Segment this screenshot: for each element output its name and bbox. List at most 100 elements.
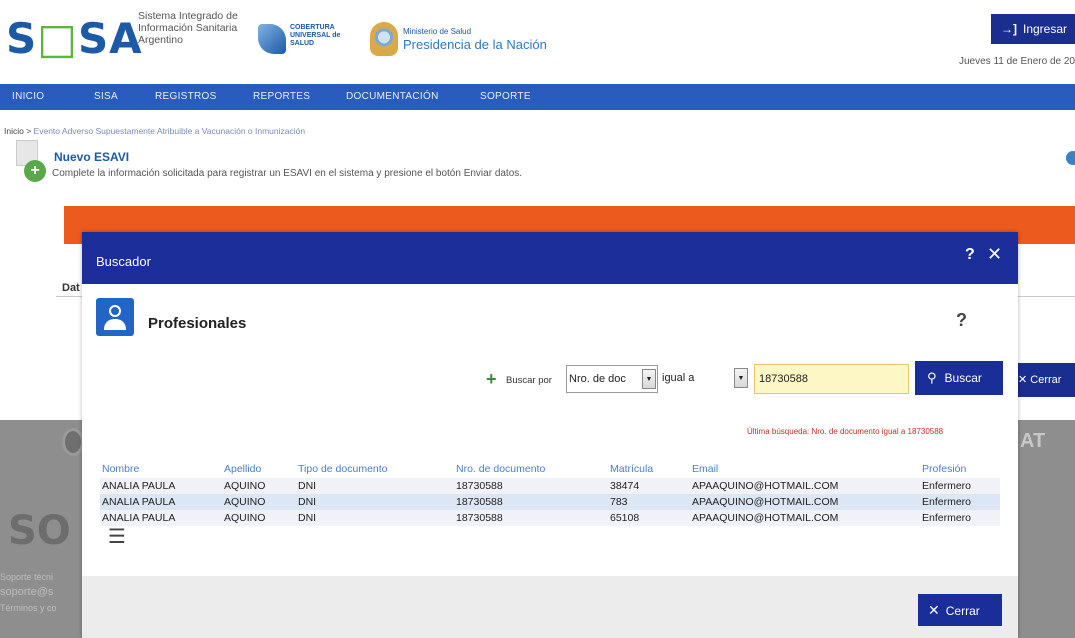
cell-nro-documento: 18730588 [454, 510, 608, 526]
buscador-modal: Buscador ? ✕ Profesionales ? + Buscar po… [82, 232, 1018, 638]
nav-item-documentacion[interactable]: DOCUMENTACIÓN [346, 84, 439, 110]
ministerio-small-text: Ministerio de Salud [403, 27, 472, 36]
buscar-button[interactable]: ⚲ Buscar [915, 361, 1003, 395]
modal-header: Buscador ? ✕ [82, 232, 1018, 284]
help-globe-icon[interactable] [1066, 151, 1075, 165]
results-table: Nombre Apellido Tipo de documento Nro. d… [100, 460, 1000, 526]
cell-tipo-documento: DNI [296, 478, 454, 494]
col-apellido[interactable]: Apellido [222, 460, 296, 478]
footer-terms-link[interactable]: Términos y co [0, 603, 57, 613]
buscar-label: Buscar [944, 371, 982, 385]
modal-title: Buscador [96, 254, 151, 269]
cell-matricula: 38474 [608, 478, 690, 494]
breadcrumb-current[interactable]: Evento Adverso Supuestamente Atribuible … [34, 126, 306, 136]
col-profesion[interactable]: Profesión [920, 460, 1000, 478]
section-help-button[interactable]: ? [956, 310, 967, 331]
social-icon [62, 428, 84, 456]
ministerio-main-text: Presidencia de la Nación [403, 37, 547, 52]
doctor-icon-head [109, 305, 121, 317]
login-icon: →] [1001, 22, 1017, 36]
cobertura-text: COBERTURA UNIVERSAL de SALUD [290, 24, 341, 47]
modal-help-button[interactable]: ? [965, 246, 975, 264]
chevron-down-icon[interactable]: ▼ [734, 368, 748, 388]
nav-item-registros[interactable]: REGISTROS [155, 84, 217, 110]
close-icon[interactable]: ✕ [987, 244, 1002, 265]
search-operator-select[interactable]: igual a ▼ [660, 365, 750, 393]
cerrar-label: Cerrar [945, 604, 980, 618]
last-search-note: Última búsqueda: Nro. de documento igual… [747, 427, 944, 436]
nav-item-sisa[interactable]: SISA [94, 84, 118, 110]
logo-dot-letter: □ [37, 14, 78, 63]
breadcrumb-home[interactable]: Inicio > [4, 126, 31, 136]
sisa-logo[interactable]: S□SA [6, 18, 143, 60]
cobertura-logo: COBERTURA UNIVERSAL de SALUD [258, 20, 358, 60]
search-field-value: Nro. de doc [569, 373, 626, 385]
main-nav: INICIO SISA REGISTROS REPORTES DOCUMENTA… [0, 84, 1075, 110]
cell-apellido: AQUINO [222, 478, 296, 494]
page-title: Nuevo ESAVI [54, 150, 130, 164]
cell-email: APAAQUINO@HOTMAIL.COM [690, 478, 920, 494]
section-title: Profesionales [148, 315, 247, 332]
ingresar-label: Ingresar [1023, 22, 1068, 36]
col-matricula[interactable]: Matrícula [608, 460, 690, 478]
add-icon: + [24, 160, 46, 182]
nav-item-reportes[interactable]: REPORTES [253, 84, 310, 110]
cell-profesion: Enfermero [920, 494, 1000, 510]
col-nro-documento[interactable]: Nro. de documento [454, 460, 608, 478]
footer-logo-text: AT [1020, 430, 1046, 452]
hamburger-menu-icon[interactable]: ☰ [108, 524, 126, 549]
search-operator-value: igual a [662, 372, 695, 384]
doctor-icon-body [104, 319, 126, 330]
close-icon: ✕ [1018, 374, 1031, 386]
section-label: Dat [62, 282, 80, 294]
cell-profesion: Enfermero [920, 510, 1000, 526]
table-row[interactable]: ANALIA PAULA AQUINO DNI 18730588 783 APA… [100, 494, 1000, 510]
footer-support-email[interactable]: soporte@s [0, 586, 53, 598]
search-input[interactable]: 18730588 [754, 364, 909, 394]
buscar-por-label: Buscar por [506, 375, 552, 386]
modal-footer [82, 576, 1018, 638]
col-tipo-documento[interactable]: Tipo de documento [296, 460, 454, 478]
logo-subtitle: Sistema Integrado de Información Sanitar… [138, 10, 238, 46]
footer-sisa-logo: SO [8, 508, 71, 554]
close-icon: ✕ [928, 602, 940, 618]
table-row[interactable]: ANALIA PAULA AQUINO DNI 18730588 38474 A… [100, 478, 1000, 494]
cell-email: APAAQUINO@HOTMAIL.COM [690, 494, 920, 510]
cell-tipo-documento: DNI [296, 494, 454, 510]
page-description: Complete la información solicitada para … [52, 168, 523, 179]
nav-item-inicio[interactable]: INICIO [12, 84, 44, 110]
cell-profesion: Enfermero [920, 478, 1000, 494]
doctor-icon [96, 298, 134, 336]
ingresar-button[interactable]: →] Ingresar [991, 14, 1075, 44]
cell-nombre: ANALIA PAULA [100, 494, 222, 510]
breadcrumb: Inicio > Evento Adverso Supuestamente At… [4, 126, 305, 136]
table-header-row: Nombre Apellido Tipo de documento Nro. d… [100, 460, 1000, 478]
cobertura-shape-icon [258, 24, 286, 54]
table-row[interactable]: ANALIA PAULA AQUINO DNI 18730588 65108 A… [100, 510, 1000, 526]
cell-nombre: ANALIA PAULA [100, 478, 222, 494]
chevron-down-icon[interactable]: ▼ [642, 369, 656, 389]
site-header: S□SA Sistema Integrado de Información Sa… [0, 0, 1075, 84]
national-seal-icon [370, 22, 398, 56]
logo-letter: S [6, 14, 38, 63]
cell-apellido: AQUINO [222, 494, 296, 510]
cell-nro-documento: 18730588 [454, 494, 608, 510]
search-icon: ⚲ [927, 370, 937, 385]
background-cerrar-button[interactable]: ✕ Cerrar [1010, 363, 1075, 397]
cerrar-button[interactable]: ✕ Cerrar [918, 594, 1002, 626]
background-cerrar-label: Cerrar [1030, 374, 1062, 386]
nav-item-soporte[interactable]: SOPORTE [480, 84, 531, 110]
plus-icon[interactable]: + [486, 369, 497, 390]
cell-email: APAAQUINO@HOTMAIL.COM [690, 510, 920, 526]
col-email[interactable]: Email [690, 460, 920, 478]
cell-matricula: 65108 [608, 510, 690, 526]
cell-nro-documento: 18730588 [454, 478, 608, 494]
logo-letters: SA [77, 14, 143, 63]
footer-support-text: Soporte técni [0, 572, 54, 582]
cell-tipo-documento: DNI [296, 510, 454, 526]
current-date: Jueves 11 de Enero de 20 [958, 56, 1075, 67]
search-field-select[interactable]: Nro. de doc ▼ [566, 365, 658, 393]
cell-apellido: AQUINO [222, 510, 296, 526]
col-nombre[interactable]: Nombre [100, 460, 222, 478]
cell-matricula: 783 [608, 494, 690, 510]
